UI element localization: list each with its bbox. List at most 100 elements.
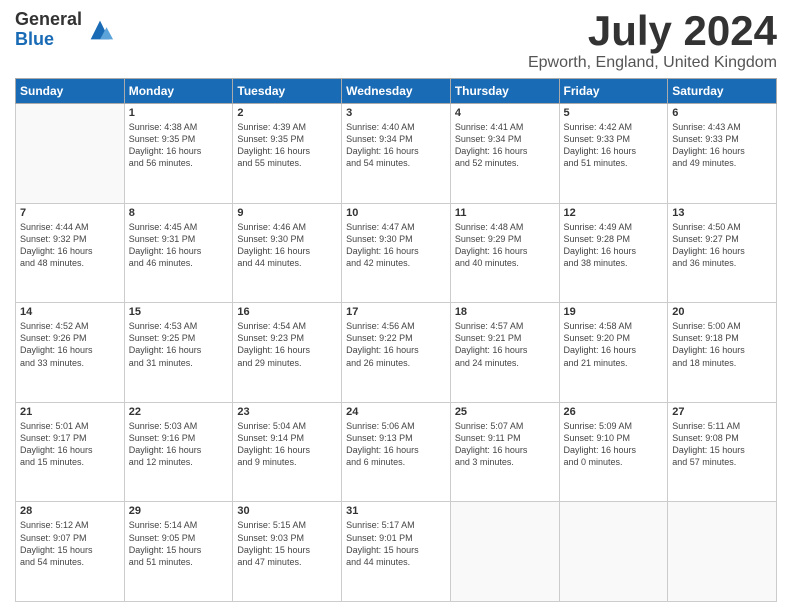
header-saturday: Saturday bbox=[668, 79, 777, 104]
day-number: 12 bbox=[564, 207, 664, 219]
day-info: Sunrise: 4:44 AM Sunset: 9:32 PM Dayligh… bbox=[20, 221, 120, 270]
table-row bbox=[559, 502, 668, 602]
day-number: 7 bbox=[20, 207, 120, 219]
table-row: 21Sunrise: 5:01 AM Sunset: 9:17 PM Dayli… bbox=[16, 402, 125, 502]
table-row bbox=[16, 104, 125, 204]
table-row: 28Sunrise: 5:12 AM Sunset: 9:07 PM Dayli… bbox=[16, 502, 125, 602]
days-header-row: Sunday Monday Tuesday Wednesday Thursday… bbox=[16, 79, 777, 104]
day-number: 18 bbox=[455, 306, 555, 318]
day-number: 6 bbox=[672, 107, 772, 119]
table-row: 7 Sunrise: 4:44 AM Sunset: 9:32 PM Daylig… bbox=[16, 203, 125, 303]
table-row: 8 Sunrise: 4:45 AM Sunset: 9:31 PM Daylig… bbox=[124, 203, 233, 303]
day-number: 2 bbox=[237, 107, 337, 119]
day-number: 30 bbox=[237, 505, 337, 517]
table-row: 31 Sunrise: 5:17 AM Sunset: 9:01 PM Dayli… bbox=[342, 502, 451, 602]
table-row: 27 Sunrise: 5:11 AM Sunset: 9:08 PM Dayli… bbox=[668, 402, 777, 502]
day-info: Sunrise: 4:42 AM Sunset: 9:33 PM Dayligh… bbox=[564, 121, 664, 170]
day-info: Sunrise: 5:06 AM Sunset: 9:13 PM Dayligh… bbox=[346, 420, 446, 469]
day-number: 23 bbox=[237, 406, 337, 418]
table-row: 26 Sunrise: 5:09 AM Sunset: 9:10 PM Dayli… bbox=[559, 402, 668, 502]
day-info: Sunrise: 4:57 AM Sunset: 9:21 PM Dayligh… bbox=[455, 320, 555, 369]
table-row: 10Sunrise: 4:47 AM Sunset: 9:30 PM Dayli… bbox=[342, 203, 451, 303]
day-number: 24 bbox=[346, 406, 446, 418]
calendar-week-row: 1Sunrise: 4:38 AM Sunset: 9:35 PM Daylig… bbox=[16, 104, 777, 204]
table-row: 17Sunrise: 4:56 AM Sunset: 9:22 PM Dayli… bbox=[342, 303, 451, 403]
day-number: 3 bbox=[346, 107, 446, 119]
table-row: 25 Sunrise: 5:07 AM Sunset: 9:11 PM Dayli… bbox=[450, 402, 559, 502]
day-number: 13 bbox=[672, 207, 772, 219]
logo-icon bbox=[86, 16, 114, 44]
table-row: 23 Sunrise: 5:04 AM Sunset: 9:14 PM Dayli… bbox=[233, 402, 342, 502]
table-row: 9Sunrise: 4:46 AM Sunset: 9:30 PM Daylig… bbox=[233, 203, 342, 303]
month-title: July 2024 bbox=[528, 10, 777, 52]
title-section: July 2024 Epworth, England, United Kingd… bbox=[528, 10, 777, 72]
header-sunday: Sunday bbox=[16, 79, 125, 104]
day-info: Sunrise: 4:45 AM Sunset: 9:31 PM Dayligh… bbox=[129, 221, 229, 270]
table-row: 19Sunrise: 4:58 AM Sunset: 9:20 PM Dayli… bbox=[559, 303, 668, 403]
table-row bbox=[450, 502, 559, 602]
day-number: 4 bbox=[455, 107, 555, 119]
table-row: 20 Sunrise: 5:00 AM Sunset: 9:18 PM Dayli… bbox=[668, 303, 777, 403]
logo: General Blue bbox=[15, 10, 114, 50]
day-info: Sunrise: 4:49 AM Sunset: 9:28 PM Dayligh… bbox=[564, 221, 664, 270]
day-number: 14 bbox=[20, 306, 120, 318]
table-row: 13 Sunrise: 4:50 AM Sunset: 9:27 PM Dayli… bbox=[668, 203, 777, 303]
table-row bbox=[668, 502, 777, 602]
day-info: Sunrise: 5:07 AM Sunset: 9:11 PM Dayligh… bbox=[455, 420, 555, 469]
logo-general: General bbox=[15, 10, 82, 30]
header: General Blue July 2024 Epworth, England,… bbox=[15, 10, 777, 72]
table-row: 24 Sunrise: 5:06 AM Sunset: 9:13 PM Dayli… bbox=[342, 402, 451, 502]
table-row: 3 Sunrise: 4:40 AM Sunset: 9:34 PM Daylig… bbox=[342, 104, 451, 204]
day-number: 15 bbox=[129, 306, 229, 318]
day-info: Sunrise: 4:53 AM Sunset: 9:25 PM Dayligh… bbox=[129, 320, 229, 369]
day-info: Sunrise: 4:58 AM Sunset: 9:20 PM Dayligh… bbox=[564, 320, 664, 369]
day-number: 20 bbox=[672, 306, 772, 318]
calendar-week-row: 7 Sunrise: 4:44 AM Sunset: 9:32 PM Daylig… bbox=[16, 203, 777, 303]
day-number: 26 bbox=[564, 406, 664, 418]
day-info: Sunrise: 4:40 AM Sunset: 9:34 PM Dayligh… bbox=[346, 121, 446, 170]
day-info: Sunrise: 4:41 AM Sunset: 9:34 PM Dayligh… bbox=[455, 121, 555, 170]
day-info: Sunrise: 5:01 AM Sunset: 9:17 PM Dayligh… bbox=[20, 420, 120, 469]
day-info: Sunrise: 4:39 AM Sunset: 9:35 PM Dayligh… bbox=[237, 121, 337, 170]
header-monday: Monday bbox=[124, 79, 233, 104]
logo-blue: Blue bbox=[15, 30, 82, 50]
table-row: 22 Sunrise: 5:03 AM Sunset: 9:16 PM Dayli… bbox=[124, 402, 233, 502]
header-tuesday: Tuesday bbox=[233, 79, 342, 104]
day-info: Sunrise: 5:00 AM Sunset: 9:18 PM Dayligh… bbox=[672, 320, 772, 369]
day-info: Sunrise: 5:03 AM Sunset: 9:16 PM Dayligh… bbox=[129, 420, 229, 469]
table-row: 5Sunrise: 4:42 AM Sunset: 9:33 PM Daylig… bbox=[559, 104, 668, 204]
day-info: Sunrise: 5:17 AM Sunset: 9:01 PM Dayligh… bbox=[346, 519, 446, 568]
location: Epworth, England, United Kingdom bbox=[528, 54, 777, 72]
table-row: 1Sunrise: 4:38 AM Sunset: 9:35 PM Daylig… bbox=[124, 104, 233, 204]
day-number: 28 bbox=[20, 505, 120, 517]
day-number: 31 bbox=[346, 505, 446, 517]
table-row: 12 Sunrise: 4:49 AM Sunset: 9:28 PM Dayli… bbox=[559, 203, 668, 303]
calendar-body: 1Sunrise: 4:38 AM Sunset: 9:35 PM Daylig… bbox=[16, 104, 777, 602]
day-number: 29 bbox=[129, 505, 229, 517]
day-info: Sunrise: 4:56 AM Sunset: 9:22 PM Dayligh… bbox=[346, 320, 446, 369]
day-info: Sunrise: 5:11 AM Sunset: 9:08 PM Dayligh… bbox=[672, 420, 772, 469]
day-info: Sunrise: 4:52 AM Sunset: 9:26 PM Dayligh… bbox=[20, 320, 120, 369]
day-info: Sunrise: 5:04 AM Sunset: 9:14 PM Dayligh… bbox=[237, 420, 337, 469]
header-thursday: Thursday bbox=[450, 79, 559, 104]
calendar-week-row: 21Sunrise: 5:01 AM Sunset: 9:17 PM Dayli… bbox=[16, 402, 777, 502]
day-number: 27 bbox=[672, 406, 772, 418]
day-number: 25 bbox=[455, 406, 555, 418]
day-number: 9 bbox=[237, 207, 337, 219]
table-row: 2 Sunrise: 4:39 AM Sunset: 9:35 PM Daylig… bbox=[233, 104, 342, 204]
day-info: Sunrise: 5:15 AM Sunset: 9:03 PM Dayligh… bbox=[237, 519, 337, 568]
day-info: Sunrise: 4:54 AM Sunset: 9:23 PM Dayligh… bbox=[237, 320, 337, 369]
calendar-week-row: 14 Sunrise: 4:52 AM Sunset: 9:26 PM Dayli… bbox=[16, 303, 777, 403]
day-number: 1 bbox=[129, 107, 229, 119]
page: General Blue July 2024 Epworth, England,… bbox=[0, 0, 792, 612]
day-info: Sunrise: 4:50 AM Sunset: 9:27 PM Dayligh… bbox=[672, 221, 772, 270]
table-row: 18 Sunrise: 4:57 AM Sunset: 9:21 PM Dayli… bbox=[450, 303, 559, 403]
day-info: Sunrise: 5:09 AM Sunset: 9:10 PM Dayligh… bbox=[564, 420, 664, 469]
calendar-week-row: 28Sunrise: 5:12 AM Sunset: 9:07 PM Dayli… bbox=[16, 502, 777, 602]
day-number: 22 bbox=[129, 406, 229, 418]
table-row: 15 Sunrise: 4:53 AM Sunset: 9:25 PM Dayli… bbox=[124, 303, 233, 403]
header-friday: Friday bbox=[559, 79, 668, 104]
day-number: 8 bbox=[129, 207, 229, 219]
table-row: 14 Sunrise: 4:52 AM Sunset: 9:26 PM Dayli… bbox=[16, 303, 125, 403]
logo-text: General Blue bbox=[15, 10, 82, 50]
